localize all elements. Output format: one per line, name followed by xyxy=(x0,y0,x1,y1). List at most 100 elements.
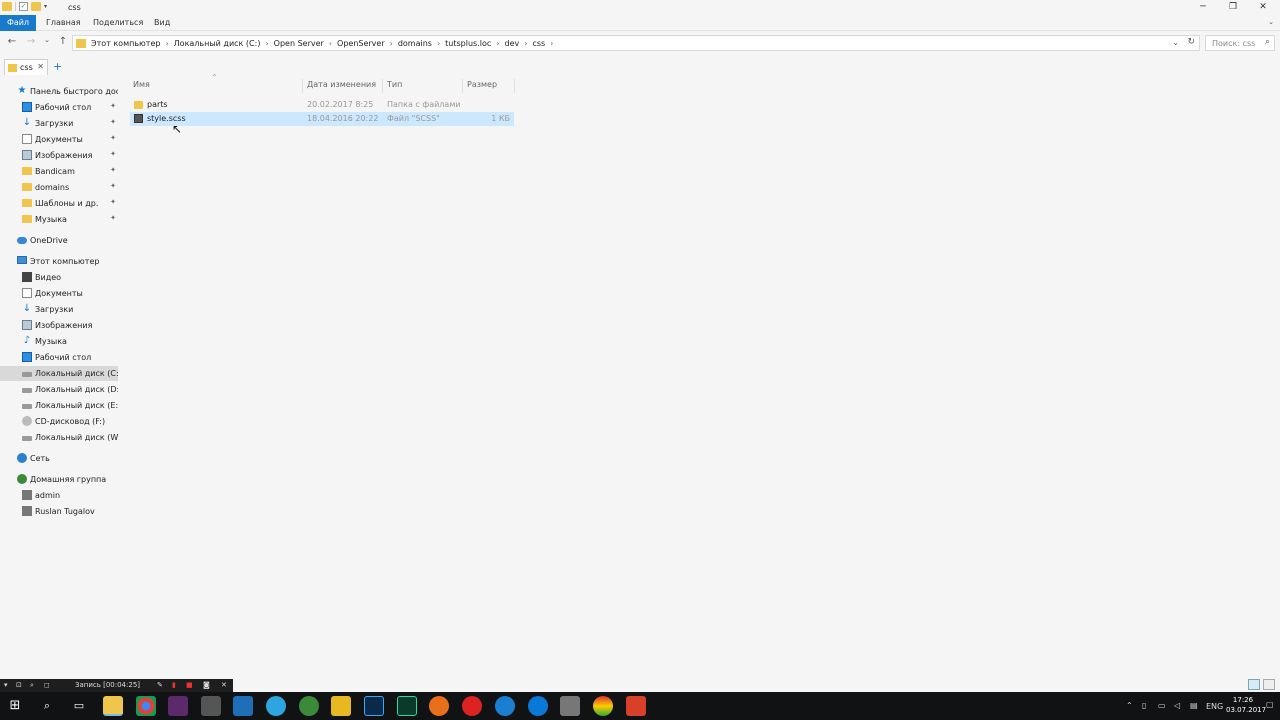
chevron-right-icon[interactable]: › xyxy=(329,39,332,48)
app-icon[interactable] xyxy=(201,696,221,716)
column-divider[interactable] xyxy=(462,79,463,93)
close-icon[interactable]: ✕ xyxy=(37,62,44,71)
bandicam-icon[interactable] xyxy=(462,696,482,716)
crumb-open-server[interactable]: Open Server xyxy=(274,39,324,48)
sidebar-item-quick-access[interactable]: ★ Панель быстрого доступа xyxy=(0,84,118,99)
pin-icon[interactable]: ✦ xyxy=(110,214,116,222)
app-icon[interactable] xyxy=(593,696,613,716)
sidebar-item-this-pc[interactable]: Этот компьютер xyxy=(0,254,118,269)
up-button[interactable]: ↑ xyxy=(56,36,70,47)
sidebar-item-templates[interactable]: Шаблоны и др. ✦ xyxy=(0,196,118,211)
tab-share[interactable]: Поделиться xyxy=(93,15,143,31)
pin-icon[interactable]: ✦ xyxy=(110,134,116,142)
windows-start-icon[interactable]: ⊞ xyxy=(5,696,25,716)
browser-icon[interactable] xyxy=(299,696,319,716)
chevron-right-icon[interactable]: › xyxy=(550,39,553,48)
region-icon[interactable]: ◻ xyxy=(44,681,50,689)
search-input[interactable]: Поиск: css ⌕ xyxy=(1205,35,1275,51)
camera-icon[interactable]: ◙ xyxy=(203,681,210,689)
column-divider[interactable] xyxy=(382,79,383,93)
file-row[interactable]: parts 20.02.2017 8:25 Папка с файлами xyxy=(130,98,514,112)
sidebar-item-pc-documents[interactable]: Документы xyxy=(0,286,118,301)
sidebar-item-desktop[interactable]: Рабочий стол ✦ xyxy=(0,100,118,115)
column-header-size[interactable]: Размер xyxy=(467,80,497,92)
tab-home[interactable]: Главная xyxy=(46,15,81,31)
column-header-date[interactable]: Дата изменения xyxy=(307,80,376,92)
sidebar-item-network[interactable]: Сеть xyxy=(0,451,118,466)
address-bar[interactable]: Этот компьютер › Локальный диск (C:) › Ope… xyxy=(72,35,1200,51)
chevron-right-icon[interactable]: › xyxy=(496,39,499,48)
column-header-name[interactable]: Имя xyxy=(133,80,150,92)
recent-locations-icon[interactable]: ⌄ xyxy=(40,36,54,44)
filezilla-icon[interactable] xyxy=(331,696,351,716)
tab-file[interactable]: Файл xyxy=(0,15,36,31)
sidebar-item-pc-music[interactable]: ♪ Музыка xyxy=(0,334,118,349)
file-row[interactable]: style.scss 18.04.2016 20:22 Файл "SCSS" … xyxy=(130,112,514,126)
sidebar-item-pc-downloads[interactable]: ↓ Загрузки xyxy=(0,302,118,317)
notifications-icon[interactable]: ▢ xyxy=(1266,700,1274,720)
tab-css[interactable]: css ✕ xyxy=(4,59,48,75)
firefox-icon[interactable] xyxy=(429,696,449,716)
expand-ribbon-icon[interactable]: ⌄ xyxy=(1268,18,1274,26)
sidebar-item-domains[interactable]: domains ✦ xyxy=(0,180,118,195)
editor-icon[interactable] xyxy=(233,696,253,716)
sidebar-item-drive-c[interactable]: Локальный диск (C:) xyxy=(0,366,118,381)
search-icon[interactable]: ⌕ xyxy=(30,681,34,690)
clock[interactable]: 17:26 03.07.2017 xyxy=(1226,695,1266,715)
sidebar-item-documents[interactable]: Документы ✦ xyxy=(0,132,118,147)
sidebar-item-onedrive[interactable]: OneDrive xyxy=(0,233,118,248)
photoshop-icon[interactable] xyxy=(364,696,384,716)
sidebar-item-admin[interactable]: admin xyxy=(0,488,118,503)
language-indicator[interactable]: ENG xyxy=(1206,702,1223,720)
back-button[interactable]: ← xyxy=(5,36,19,47)
phpstorm-icon[interactable] xyxy=(168,696,188,716)
telegram-icon[interactable] xyxy=(266,696,286,716)
vivaldi-icon[interactable] xyxy=(626,696,646,716)
refresh-icon[interactable]: ↻ xyxy=(1187,37,1195,47)
sidebar-item-drive-w[interactable]: Локальный диск (W:) xyxy=(0,430,118,445)
sidebar-item-downloads[interactable]: ↓ Загрузки ✦ xyxy=(0,116,118,131)
sidebar-item-pictures[interactable]: Изображения ✦ xyxy=(0,148,118,163)
crumb-drive-c[interactable]: Локальный диск (C:) xyxy=(174,39,261,48)
close-button[interactable]: ✕ xyxy=(1248,0,1278,15)
sidebar-item-drive-d[interactable]: Локальный диск (D:) xyxy=(0,382,118,397)
chevron-right-icon[interactable]: › xyxy=(390,39,393,48)
window-select-icon[interactable]: ⊡ xyxy=(16,681,22,689)
pin-icon[interactable]: ✦ xyxy=(110,118,116,126)
internet-explorer-icon[interactable] xyxy=(495,696,515,716)
search-icon[interactable]: ⌕ xyxy=(37,696,57,716)
volume-icon[interactable]: ◁ xyxy=(1174,701,1180,720)
customize-dropdown-icon[interactable]: ▾ xyxy=(44,3,47,10)
pin-icon[interactable]: ✦ xyxy=(110,166,116,174)
message-icon[interactable]: ▤ xyxy=(1190,701,1198,720)
task-view-icon[interactable]: ▭ xyxy=(69,696,89,716)
pencil-icon[interactable]: ✎ xyxy=(157,681,163,689)
chevron-right-icon[interactable]: › xyxy=(265,39,268,48)
sidebar-item-drive-e[interactable]: Локальный диск (E:) xyxy=(0,398,118,413)
pin-icon[interactable]: ✦ xyxy=(110,102,116,110)
chevron-right-icon[interactable]: › xyxy=(524,39,527,48)
add-tab-button[interactable]: + xyxy=(53,60,62,73)
sidebar-item-pc-desktop[interactable]: Рабочий стол xyxy=(0,350,118,365)
crumb-tutsplus[interactable]: tutsplus.loc xyxy=(445,39,491,48)
pin-icon[interactable]: ✦ xyxy=(110,182,116,190)
edge-icon[interactable] xyxy=(528,696,548,716)
chevron-right-icon[interactable]: › xyxy=(165,39,168,48)
forward-button[interactable]: → xyxy=(24,36,38,47)
stop-icon[interactable]: ■ xyxy=(186,681,193,689)
sidebar-item-ruslan[interactable]: Ruslan Tugalov xyxy=(0,504,118,519)
crumb-this-pc[interactable]: Этот компьютер xyxy=(91,39,160,48)
properties-icon[interactable]: ✓ xyxy=(19,2,28,11)
audition-icon[interactable] xyxy=(397,696,417,716)
pause-icon[interactable]: ▮ xyxy=(172,681,176,689)
sidebar-item-drive-f[interactable]: CD-дисковод (F:) xyxy=(0,414,118,429)
crumb-domains[interactable]: domains xyxy=(398,39,432,48)
chevron-down-icon[interactable]: ▾ xyxy=(4,681,8,689)
restore-button[interactable]: ❐ xyxy=(1218,0,1248,15)
pin-icon[interactable]: ✦ xyxy=(110,150,116,158)
minimize-button[interactable]: ─ xyxy=(1188,0,1218,15)
network-tray-icon[interactable]: ▭ xyxy=(1158,701,1166,720)
crumb-css[interactable]: css xyxy=(532,39,545,48)
chevron-up-icon[interactable]: ⌃ xyxy=(1126,701,1133,720)
tab-view[interactable]: Вид xyxy=(154,15,170,31)
